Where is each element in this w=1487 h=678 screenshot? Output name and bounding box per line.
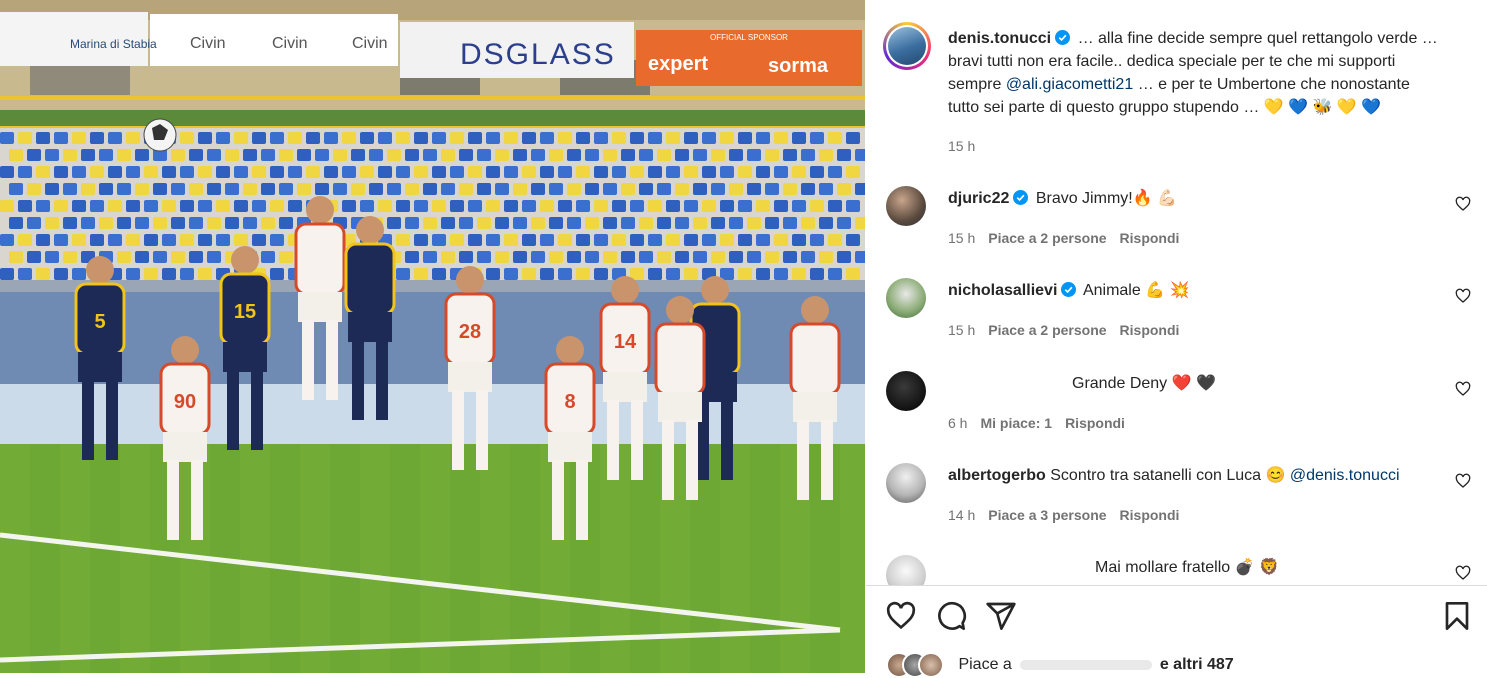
divider	[866, 585, 1487, 586]
comment-mention-link[interactable]: @denis.tonucci	[1290, 467, 1400, 484]
comment-item: nicholasallievi Animale 💪 💥 15 h Piace a …	[866, 274, 1487, 354]
reply-button[interactable]: Rispondi	[1120, 230, 1180, 246]
reply-button[interactable]: Rispondi	[1120, 322, 1180, 338]
comment-time[interactable]: 15 h	[948, 322, 975, 338]
comment-likes[interactable]: Piace a 2 persone	[988, 230, 1106, 246]
caption-line-2: bravi tutti non era facile.. dedica spec…	[948, 53, 1396, 70]
verified-badge-icon	[1055, 30, 1071, 45]
jersey-number: 14	[614, 331, 637, 353]
liker-avatar	[918, 652, 944, 678]
small-heart-icon[interactable]	[1455, 196, 1471, 212]
banner-marina: Marina di Stabia	[70, 37, 157, 51]
post-time[interactable]: 15 h	[948, 138, 975, 154]
banner-official-sponsor: OFFICIAL SPONSOR	[710, 33, 788, 42]
jersey-number: 28	[459, 321, 481, 343]
blurred-username[interactable]	[1019, 660, 1152, 670]
comment-item: albertogerbo Scontro tra satanelli con L…	[866, 459, 1487, 539]
small-heart-icon[interactable]	[1455, 288, 1471, 304]
comment-body: Mai mollare fratello 💣 🦁	[1095, 557, 1279, 577]
commenter-avatar[interactable]	[886, 186, 926, 226]
banner-civin-2: Civin	[272, 35, 308, 52]
comment-text: Animale 💪 💥	[1082, 282, 1190, 299]
comment-likes[interactable]: Piace a 3 persone	[988, 507, 1106, 523]
reply-button[interactable]: Rispondi	[1120, 507, 1180, 523]
comment-item: Grande Deny ❤️ 🖤 6 h Mi piace: 1 Rispondi	[866, 367, 1487, 447]
banner-dsglass: DSGLASS	[460, 38, 616, 71]
comment-meta: 14 h Piace a 3 persone Rispondi	[948, 507, 1192, 523]
comment-body: Grande Deny ❤️ 🖤	[1072, 373, 1216, 393]
likes-prefix: Piace a	[958, 656, 1012, 674]
share-icon[interactable]	[985, 600, 1017, 632]
caption-line-1: … alla fine decide sempre quel rettangol…	[1077, 30, 1438, 47]
caption-mention-link[interactable]: @ali.giacometti21	[1006, 76, 1133, 93]
commenter-username[interactable]: djuric22	[948, 190, 1009, 207]
post-side-panel: denis.tonucci … alla fine decide sempre …	[866, 0, 1487, 678]
comment-meta: 15 h Piace a 2 persone Rispondi	[948, 322, 1192, 338]
small-heart-icon[interactable]	[1455, 381, 1471, 397]
commenter-username[interactable]: albertogerbo	[948, 467, 1046, 484]
comment-time[interactable]: 14 h	[948, 507, 975, 523]
comment-meta: 6 h Mi piace: 1 Rispondi	[948, 415, 1138, 431]
author-avatar[interactable]	[883, 22, 931, 70]
caption-line-3: sempre	[948, 76, 1002, 93]
commenter-avatar[interactable]	[886, 463, 926, 503]
post-action-bar	[866, 600, 1487, 640]
caption-line-4: … e per te Umbertone che nonostante	[1137, 76, 1410, 93]
jersey-number: 5	[94, 311, 105, 333]
jersey-number: 90	[174, 391, 196, 413]
comment-item: djuric22 Bravo Jimmy!🔥 💪🏻 15 h Piace a 2 …	[866, 182, 1487, 262]
comment-item: Mai mollare fratello 💣 🦁	[866, 551, 1487, 585]
comment-icon[interactable]	[935, 600, 967, 632]
jersey-number: 15	[234, 301, 256, 323]
comment-likes[interactable]: Piace a 2 persone	[988, 322, 1106, 338]
comment-text: Grande Deny ❤️ 🖤	[1072, 375, 1216, 392]
comment-meta: 15 h Piace a 2 persone Rispondi	[948, 230, 1192, 246]
small-heart-icon[interactable]	[1455, 473, 1471, 489]
comment-time[interactable]: 15 h	[948, 230, 975, 246]
author-username[interactable]: denis.tonucci	[948, 30, 1051, 47]
comment-text: Scontro tra satanelli con Luca 😊	[1050, 467, 1286, 484]
banner-civin-1: Civin	[190, 35, 226, 52]
bookmark-icon[interactable]	[1441, 600, 1473, 632]
caption-line-5: tutto sei parte di questo gruppo stupend…	[948, 99, 1382, 116]
comment-text: Bravo Jimmy!🔥 💪🏻	[1035, 190, 1177, 207]
comment-likes[interactable]: Mi piace: 1	[980, 415, 1052, 431]
likes-summary[interactable]: Piace a e altri 487	[886, 652, 1234, 678]
banner-sorma: sorma	[768, 55, 829, 77]
commenter-avatar[interactable]	[886, 371, 926, 411]
comments-scroll-area[interactable]: denis.tonucci … alla fine decide sempre …	[866, 0, 1487, 585]
commenter-username[interactable]: nicholasallievi	[948, 282, 1057, 299]
comment-body: nicholasallievi Animale 💪 💥	[948, 280, 1190, 300]
comment-text: Mai mollare fratello 💣 🦁	[1095, 559, 1279, 576]
jersey-number: 8	[564, 391, 575, 413]
commenter-avatar[interactable]	[886, 278, 926, 318]
comment-body: albertogerbo Scontro tra satanelli con L…	[948, 465, 1400, 485]
verified-badge-icon	[1013, 190, 1029, 205]
comment-body: djuric22 Bravo Jimmy!🔥 💪🏻	[948, 188, 1177, 208]
reply-button[interactable]: Rispondi	[1065, 415, 1125, 431]
heart-icon[interactable]	[885, 600, 917, 632]
post-photo[interactable]: Marina di Stabia Civin Civin Civin DSGLA…	[0, 0, 865, 673]
small-heart-icon[interactable]	[1455, 565, 1471, 581]
comment-time[interactable]: 6 h	[948, 415, 967, 431]
banner-expert: expert	[648, 53, 708, 75]
verified-badge-icon	[1061, 282, 1077, 297]
banner-civin-3: Civin	[352, 35, 388, 52]
post-caption: denis.tonucci … alla fine decide sempre …	[948, 27, 1468, 119]
likes-count[interactable]: e altri 487	[1160, 656, 1234, 673]
commenter-avatar[interactable]	[886, 555, 926, 585]
